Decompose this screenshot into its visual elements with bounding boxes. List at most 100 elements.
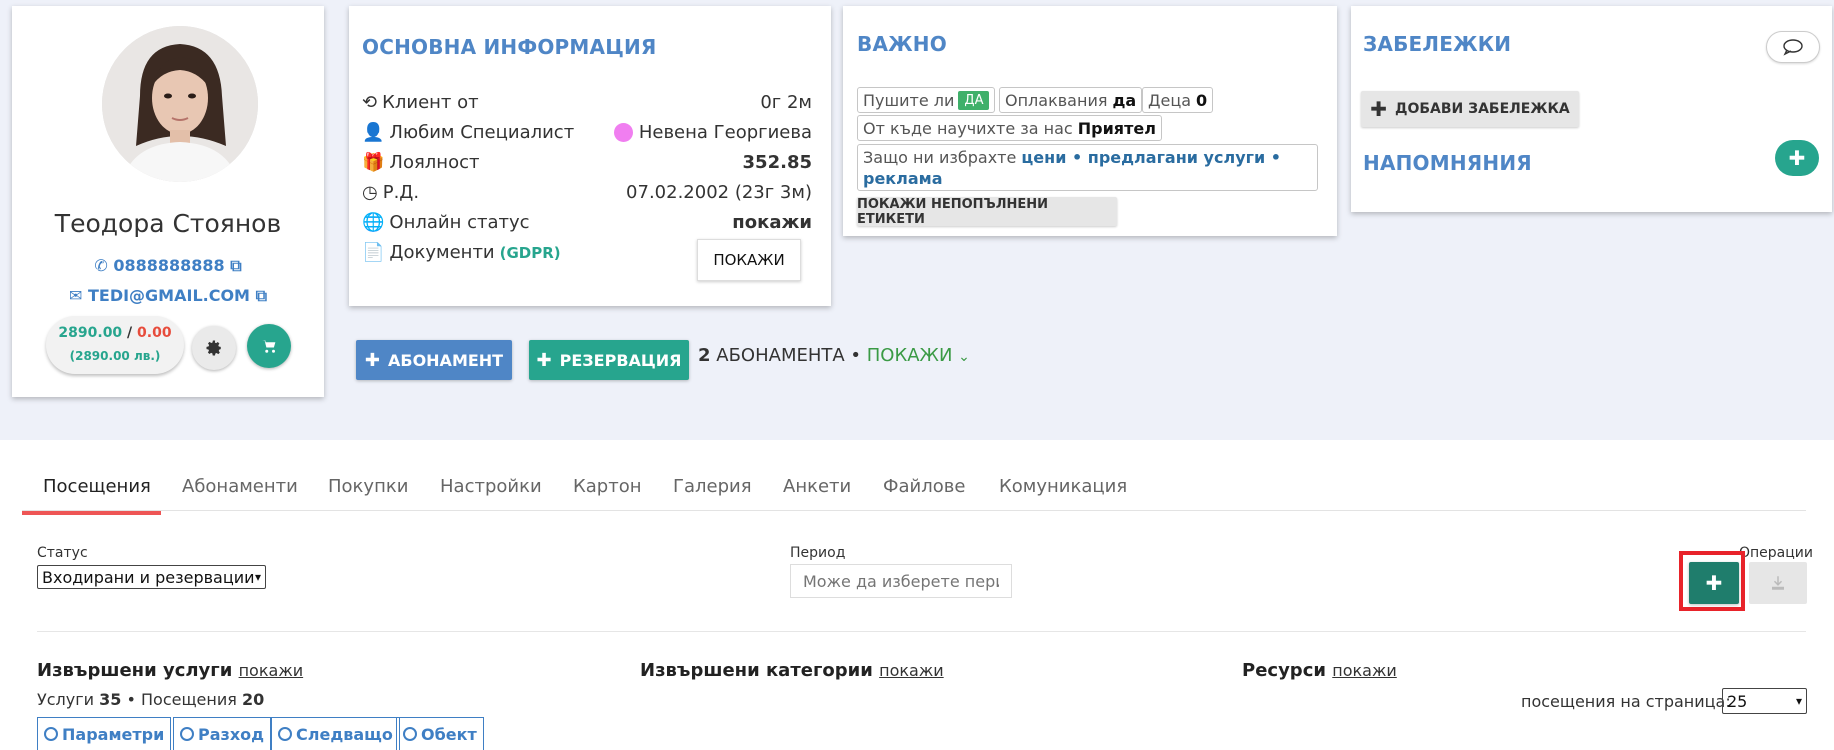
tab-gallery[interactable]: Галерия: [673, 476, 752, 497]
categories-header: Извършени категории покажи: [640, 660, 944, 681]
plus-icon: ✚: [1788, 146, 1806, 170]
tab-settings[interactable]: Настройки: [440, 476, 542, 497]
tab-purchases[interactable]: Покупки: [328, 476, 408, 497]
tag-smoking[interactable]: Пушите ли ДА: [857, 87, 996, 113]
subscriptions-text: АБОНАМЕНТА •: [716, 345, 862, 366]
info-value: 0г 2м: [760, 92, 812, 113]
info-value: Невена Георгиева: [638, 122, 812, 143]
plus-icon: ✚: [536, 349, 552, 371]
important-title: ВАЖНО: [857, 32, 947, 56]
tab-subscriptions[interactable]: Абонаменти: [182, 476, 298, 497]
user-icon: 👤: [362, 122, 385, 143]
per-page-select[interactable]: 25 ▾: [1722, 688, 1807, 714]
show-subscriptions-link[interactable]: ПОКАЖИ ⌄: [867, 345, 970, 366]
period-input[interactable]: [790, 564, 1012, 598]
download-button[interactable]: [1749, 562, 1807, 604]
info-row-favorite-specialist: 👤 Любим Специалист Невена Георгиева: [362, 122, 812, 146]
cart-button[interactable]: [247, 324, 291, 368]
debt-value: 0.00: [137, 325, 172, 341]
online-status-show-link[interactable]: покажи: [732, 212, 812, 233]
balance-value: 2890.00: [58, 325, 123, 341]
chip-label: Параметри: [62, 724, 165, 744]
status-selected-value: Входирани и резервации: [42, 567, 255, 587]
client-email[interactable]: TEDI@GMAIL.COM: [88, 286, 250, 305]
subscriptions-count: 2: [698, 345, 711, 366]
chip-label: Следващо: [296, 724, 393, 744]
tabs-divider: [22, 510, 1806, 511]
button-label: АБОНАМЕНТ: [387, 350, 504, 370]
basic-info-title: ОСНОВНА ИНФОРМАЦИЯ: [362, 35, 657, 59]
add-visit-button[interactable]: ✚: [1689, 562, 1739, 604]
comment-button[interactable]: [1766, 31, 1820, 63]
period-label: Период: [790, 545, 846, 561]
client-phone-row[interactable]: ✆ 0888888888 ⧉: [12, 256, 324, 276]
tab-surveys[interactable]: Анкети: [783, 476, 851, 497]
info-value: 352.85: [742, 152, 812, 173]
tag-kids[interactable]: Деца 0: [1142, 87, 1214, 113]
tag-complaints[interactable]: Оплаквания да: [999, 87, 1143, 113]
add-reminder-button[interactable]: ✚: [1775, 140, 1819, 176]
specialist-color-dot: [613, 123, 633, 142]
info-label: Клиент от: [382, 92, 479, 113]
gdpr-link[interactable]: (GDPR): [500, 244, 561, 262]
client-phone[interactable]: 0888888888: [113, 256, 224, 275]
tag-value: Приятел: [1077, 118, 1156, 138]
add-note-button[interactable]: ✚ ДОБАВИ ЗАБЕЛЕЖКА: [1361, 91, 1579, 127]
copy-icon[interactable]: ⧉: [256, 286, 267, 305]
chip-object[interactable]: Обект: [396, 717, 484, 750]
circle-icon: [403, 727, 417, 741]
show-unfilled-tags-button[interactable]: ПОКАЖИ НЕПОПЪЛНЕНИ ЕТИКЕТИ: [857, 197, 1117, 227]
info-row-loyalty: 🎁 Лоялност 352.85: [362, 152, 812, 176]
add-note-label: ДОБАВИ ЗАБЕЛЕЖКА: [1395, 101, 1570, 117]
show-documents-button[interactable]: ПОКАЖИ: [697, 239, 801, 281]
tag-label: От къде научихте за нас: [863, 118, 1073, 138]
status-select[interactable]: Входирани и резервации ▾: [37, 565, 266, 589]
plus-icon: ✚: [1705, 571, 1723, 595]
visits-label: • Посещения: [126, 690, 237, 709]
per-page-value: 25: [1727, 691, 1748, 711]
cart-icon: [262, 340, 276, 353]
circle-icon: [180, 727, 194, 741]
chevron-down-icon: ⌄: [958, 349, 970, 365]
clock-icon: ◷: [362, 182, 378, 203]
chip-next[interactable]: Следващо: [271, 717, 400, 750]
client-email-row[interactable]: ✉ TEDI@GMAIL.COM ⧉: [12, 286, 324, 306]
info-label: Любим Специалист: [389, 122, 575, 143]
tag-source[interactable]: От къде научихте за нас Приятел: [857, 115, 1162, 141]
circle-icon: [278, 727, 292, 741]
tab-files[interactable]: Файлове: [883, 476, 965, 497]
tag-why-chosen[interactable]: Защо ни избрахте цени • предлагани услуг…: [857, 144, 1318, 191]
copy-icon[interactable]: ⧉: [230, 256, 241, 275]
tag-label: Пушите ли: [863, 90, 955, 110]
info-label: Онлайн статус: [389, 212, 530, 233]
tab-card[interactable]: Картон: [573, 476, 642, 497]
info-row-birthdate: ◷ Р.Д. 07.02.2002 (23г 3м): [362, 182, 812, 206]
balance-currency: (2890.00 лв.): [69, 349, 161, 363]
button-label: РЕЗЕРВАЦИЯ: [559, 350, 682, 370]
tag-value-badge: ДА: [958, 90, 990, 110]
chip-parameters[interactable]: Параметри: [37, 717, 172, 750]
basic-info-card: ОСНОВНА ИНФОРМАЦИЯ ⟲ Клиент от 0г 2м 👤 Люб…: [349, 6, 831, 306]
services-label: Услуги: [37, 690, 95, 709]
show-subscriptions-label: ПОКАЖИ: [866, 345, 953, 366]
settings-button[interactable]: [192, 326, 236, 370]
info-value: 07.02.2002 (23г 3м): [626, 182, 812, 203]
comment-icon: [1783, 39, 1803, 56]
important-card: ВАЖНО Пушите ли ДА Оплаквания да Деца 0 От…: [843, 6, 1337, 236]
services-show-link[interactable]: покажи: [239, 661, 304, 680]
services-count: 35: [99, 690, 122, 709]
subscriptions-summary: 2 АБОНАМЕНТА • ПОКАЖИ ⌄: [698, 345, 970, 366]
chip-expense[interactable]: Разход: [173, 717, 272, 750]
info-label: Лоялност: [389, 152, 480, 173]
balance-badge[interactable]: 2890.00 / 0.00 (2890.00 лв.): [46, 316, 184, 374]
notes-card: ЗАБЕЛЕЖКИ ✚ ДОБАВИ ЗАБЕЛЕЖКА НАПОМНЯНИЯ …: [1351, 6, 1832, 212]
tag-label: Деца: [1148, 90, 1192, 110]
operations-label: Операции: [1739, 545, 1813, 561]
tab-communication[interactable]: Комуникация: [999, 476, 1127, 497]
categories-show-link[interactable]: покажи: [879, 661, 944, 680]
add-reservation-button[interactable]: ✚ РЕЗЕРВАЦИЯ: [529, 340, 689, 380]
info-label: Р.Д.: [382, 182, 420, 203]
tab-visits[interactable]: Посещения: [43, 476, 151, 497]
add-subscription-button[interactable]: ✚ АБОНАМЕНТ: [356, 340, 512, 380]
resources-show-link[interactable]: покажи: [1332, 661, 1397, 680]
